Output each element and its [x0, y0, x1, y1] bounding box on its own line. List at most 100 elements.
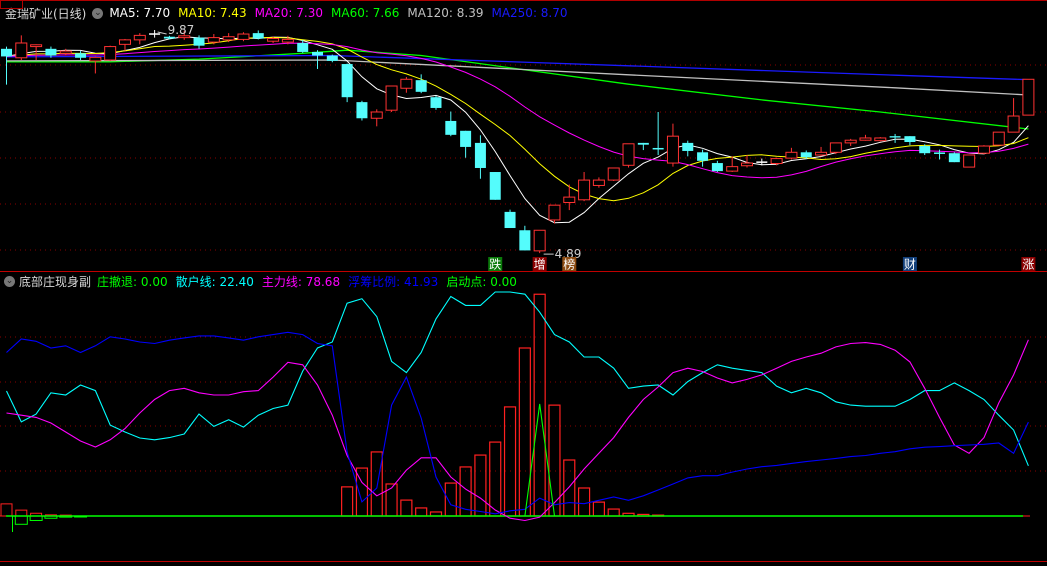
red-bar	[592, 501, 606, 517]
candle-body	[829, 142, 842, 153]
corner-box	[0, 0, 23, 9]
candle	[697, 149, 709, 167]
candle	[889, 133, 901, 143]
candle	[607, 167, 620, 181]
retail-line	[6, 291, 1029, 467]
candle	[637, 142, 649, 151]
candle-body	[326, 55, 338, 61]
signal-text: 增	[534, 258, 546, 272]
candle-body	[726, 166, 739, 172]
red-bar	[577, 487, 591, 517]
red-bar	[415, 507, 428, 517]
candle-body	[415, 80, 427, 92]
candle-body	[785, 151, 798, 159]
candle	[1007, 98, 1020, 133]
candle-body	[504, 211, 516, 229]
candle-body	[711, 163, 723, 172]
candle	[430, 95, 442, 110]
red-bar	[563, 459, 576, 517]
candle-body	[267, 38, 280, 42]
candle	[489, 172, 501, 200]
candle	[592, 177, 605, 188]
candle-body	[607, 167, 620, 181]
red-bar	[607, 508, 620, 517]
zhuang-retreat-bar	[14, 515, 28, 525]
candle-body	[682, 142, 694, 151]
candle	[149, 30, 161, 38]
candle	[829, 142, 842, 155]
candle-body	[592, 179, 605, 186]
candle-body	[118, 39, 131, 45]
candle-body	[445, 120, 457, 135]
red-bar	[341, 486, 354, 517]
candle	[133, 33, 146, 45]
candle	[948, 152, 960, 163]
candle	[237, 32, 250, 42]
candle-body	[75, 53, 87, 58]
candle-body	[237, 33, 250, 40]
candle	[963, 154, 976, 168]
candle-body	[622, 143, 635, 166]
candle-body	[519, 230, 531, 251]
candle-body	[281, 38, 294, 43]
signal-marker: 涨	[1021, 257, 1036, 272]
candle-body	[460, 130, 472, 147]
candle-body	[89, 56, 102, 62]
candle	[252, 30, 264, 40]
candle	[711, 160, 723, 173]
red-bar	[489, 441, 502, 517]
candle-body	[859, 137, 872, 141]
candle	[844, 138, 857, 147]
candle	[533, 229, 546, 254]
red-bar	[444, 482, 457, 517]
candle-body	[222, 36, 235, 41]
candle	[785, 147, 798, 160]
signal-text: 涨	[1022, 257, 1034, 272]
candle-body	[666, 135, 679, 164]
signal-text: 跌	[489, 257, 501, 272]
candle	[415, 74, 427, 94]
signal-marker: 增	[532, 257, 547, 272]
candle	[977, 145, 990, 155]
candle	[1, 46, 12, 85]
candle-body	[992, 131, 1005, 146]
candle	[519, 225, 531, 251]
candle-body	[252, 33, 264, 39]
candle-body	[815, 151, 828, 156]
candle-body	[800, 152, 812, 158]
main-force-line	[6, 339, 1029, 522]
candle-body	[370, 111, 383, 119]
candle	[341, 63, 353, 103]
red-bar	[15, 509, 28, 516]
red-bar	[0, 503, 13, 516]
candle	[622, 143, 635, 168]
candle-body	[889, 136, 901, 138]
candle-body	[1, 48, 12, 57]
candle-body	[45, 48, 57, 56]
candle-body	[193, 37, 205, 46]
red-bar	[503, 406, 517, 517]
signal-text: 财	[904, 258, 916, 272]
red-bar	[474, 454, 487, 517]
candle-body	[770, 158, 783, 165]
signal-marker: 榜	[562, 257, 577, 272]
candle	[326, 54, 338, 63]
candle	[445, 111, 457, 137]
candle-body	[563, 196, 576, 203]
candle-body	[474, 142, 486, 168]
candle	[75, 51, 87, 61]
red-bar	[370, 451, 383, 517]
signal-text: 榜	[563, 257, 575, 272]
candle-body	[548, 204, 561, 221]
candle-body	[297, 42, 309, 52]
signal-marker: 财	[902, 257, 917, 272]
candle	[385, 85, 398, 112]
candle	[356, 100, 368, 121]
float-ratio-line	[6, 331, 1029, 515]
candle	[578, 172, 591, 202]
stock-chart[interactable]: 9.874.89跌增榜财涨	[0, 0, 1047, 566]
candle-body	[1007, 115, 1020, 133]
candle-body	[1022, 78, 1035, 116]
candle-body	[948, 153, 960, 163]
candle-body	[104, 46, 117, 61]
